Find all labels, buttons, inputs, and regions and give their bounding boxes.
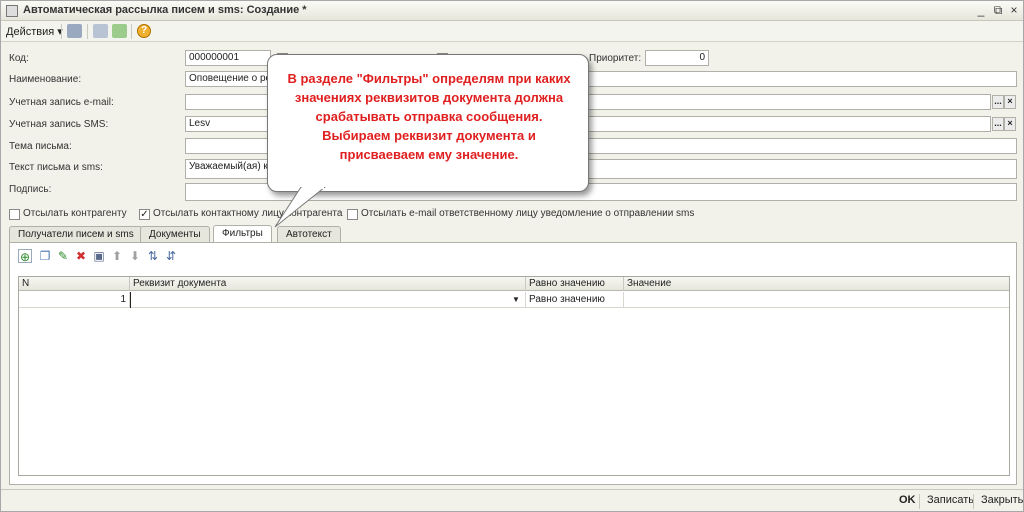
delete-row-icon[interactable]: ✖ <box>74 249 88 263</box>
column-header-n[interactable]: N <box>19 277 130 291</box>
toolbar-separator <box>61 24 62 39</box>
email-account-label: Учетная запись e-mail: <box>9 97 114 108</box>
toolbar: Действия ▾ ? <box>1 21 1023 42</box>
refresh-icon[interactable] <box>112 24 127 38</box>
toolbar-separator <box>87 24 88 39</box>
move-up-icon[interactable]: ⬆ <box>110 249 124 263</box>
code-label: Код: <box>9 53 29 64</box>
table-row[interactable]: 1 ▼ Равно значению <box>19 292 1009 308</box>
help-icon[interactable]: ? <box>137 24 151 38</box>
copy-icon[interactable] <box>93 24 108 38</box>
tab-recipients[interactable]: Получатели писем и sms <box>9 226 143 242</box>
priority-field[interactable]: 0 <box>645 50 709 66</box>
save-and-close-icon[interactable] <box>67 24 82 38</box>
button-separator <box>973 494 974 509</box>
equals-cell[interactable]: Равно значению <box>526 292 624 308</box>
callout-text: В разделе "Фильтры" определям при каких … <box>287 71 571 162</box>
send-counterparty-checkbox[interactable] <box>9 209 20 220</box>
value-cell[interactable] <box>624 292 1009 308</box>
column-header-attribute[interactable]: Реквизит документа <box>130 277 526 291</box>
tab-filters[interactable]: Фильтры <box>213 225 272 243</box>
email-account-select-button[interactable]: ... <box>992 95 1004 109</box>
toolbar-separator <box>131 24 132 39</box>
form-icon <box>6 5 18 17</box>
name-label: Наименование: <box>9 74 82 85</box>
sort-ascending-icon[interactable]: ⇅ <box>146 249 160 263</box>
column-header-value[interactable]: Значение <box>624 277 1009 291</box>
filters-panel: ⊕ ❐ ✎ ✖ ▣ ⬆ ⬇ ⇅ ⇵ N Реквизит документа Р… <box>9 242 1017 485</box>
add-row-icon[interactable]: ⊕ <box>18 249 32 264</box>
filters-table: N Реквизит документа Равно значению Знач… <box>18 276 1010 476</box>
callout-pointer <box>274 187 326 228</box>
hint-callout: В разделе "Фильтры" определям при каких … <box>267 54 589 192</box>
email-account-clear-button[interactable]: × <box>1004 95 1016 109</box>
edit-row-icon[interactable]: ✎ <box>56 249 70 263</box>
sms-account-select-button[interactable]: ... <box>992 117 1004 131</box>
send-email-responsible-checkbox[interactable] <box>347 209 358 220</box>
button-separator <box>919 494 920 509</box>
form-window: Автоматическая рассылка писем и sms: Соз… <box>0 0 1024 512</box>
end-edit-icon[interactable]: ▣ <box>92 249 106 263</box>
priority-label: Приоритет: <box>589 53 642 64</box>
close-icon[interactable]: × <box>1006 3 1022 18</box>
save-button[interactable]: Записать <box>927 494 974 506</box>
text-label: Текст письма и sms: <box>9 162 103 173</box>
actions-menu-button[interactable]: Действия ▾ <box>6 25 63 38</box>
copy-row-icon[interactable]: ❐ <box>38 249 52 263</box>
ok-button[interactable]: OK <box>899 494 916 506</box>
sort-descending-icon[interactable]: ⇵ <box>164 249 178 263</box>
restore-icon[interactable]: ⧉ <box>990 3 1006 18</box>
sms-account-label: Учетная запись SMS: <box>9 119 109 130</box>
bottom-button-bar: OK Записать Закрыть <box>1 489 1023 511</box>
send-counterparty-label: Отсылать контрагенту <box>23 208 127 219</box>
table-header: N Реквизит документа Равно значению Знач… <box>19 277 1009 291</box>
signature-label: Подпись: <box>9 184 52 195</box>
row-number-cell: 1 <box>19 292 130 308</box>
attribute-dropdown-icon[interactable]: ▼ <box>512 295 520 304</box>
send-contact-person-checkbox[interactable]: ✓ <box>139 209 150 220</box>
title-bar: Автоматическая рассылка писем и sms: Соз… <box>1 1 1023 21</box>
close-button[interactable]: Закрыть <box>981 494 1023 506</box>
column-header-equals[interactable]: Равно значению <box>526 277 624 291</box>
subject-label: Тема письма: <box>9 141 72 152</box>
attribute-cell[interactable] <box>130 292 526 308</box>
code-field[interactable]: 000000001 <box>185 50 271 66</box>
sms-account-clear-button[interactable]: × <box>1004 117 1016 131</box>
minimize-icon[interactable]: _ <box>973 3 989 18</box>
send-email-responsible-label: Отсылать e-mail ответственному лицу увед… <box>361 208 695 219</box>
move-down-icon[interactable]: ⬇ <box>128 249 142 263</box>
window-title: Автоматическая рассылка писем и sms: Соз… <box>23 4 307 16</box>
tab-documents[interactable]: Документы <box>140 226 210 242</box>
